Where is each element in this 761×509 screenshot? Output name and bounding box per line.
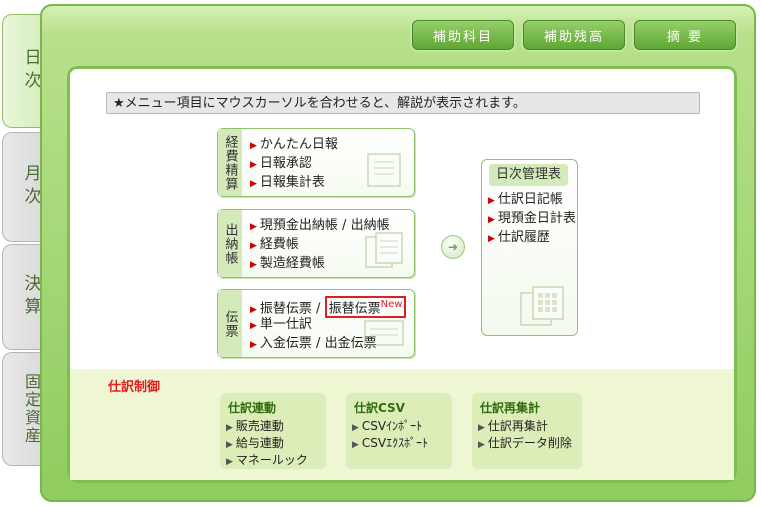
shiwake-control-title: 仕訳制御 (108, 380, 161, 395)
red-triangle-icon: ▶ (250, 321, 257, 331)
red-triangle-icon: ▶ (250, 179, 257, 189)
triangle-icon: ▶ (478, 423, 485, 433)
right-arrow-circle-icon: ➜ (441, 235, 465, 259)
red-triangle-icon: ▶ (488, 196, 495, 206)
shiwake-csv-title: 仕訳CSV (354, 401, 405, 415)
red-triangle-icon: ▶ (488, 215, 495, 225)
menu-mane-rukku[interactable]: ▶ マネールック (226, 452, 326, 469)
group-keihi-title: 経費精算 (218, 129, 242, 196)
group-denpyo-title: 伝票 (218, 290, 242, 357)
triangle-icon: ▶ (226, 423, 233, 433)
menu-shiwake-nikki-cho[interactable]: ▶ 仕訳日記帳 (488, 190, 576, 209)
menu-hanbai-rendo[interactable]: ▶ 販売連動 (226, 418, 326, 435)
new-badge: New (380, 299, 403, 310)
menu-kantan-nippo[interactable]: ▶ かんたん日報 (250, 135, 338, 154)
shiwake-csv-box: 仕訳CSV ▶ CSVｲﾝﾎﾟｰﾄ ▶ CSVｴｸｽﾎﾟｰﾄ (346, 393, 452, 469)
red-triangle-icon: ▶ (250, 241, 257, 251)
group-suitou-title: 出納帳 (218, 210, 242, 277)
menu-shiwake-rireki[interactable]: ▶ 仕訳履歴 (488, 228, 576, 247)
daily-management-title: 日次管理表 (489, 164, 568, 186)
menu-nippo-shukeihyo[interactable]: ▶ 日報集計表 (250, 173, 338, 192)
document-icon (367, 153, 401, 187)
red-triangle-icon: ▶ (250, 305, 257, 316)
menu-genyokin-nikkeihyo[interactable]: ▶ 現預金日計表 (488, 209, 576, 228)
shiwake-saishukei-box: 仕訳再集計 ▶ 仕訳再集計 ▶ 仕訳データ削除 (472, 393, 582, 469)
tekiyo-button[interactable]: 摘 要 (634, 20, 736, 50)
red-triangle-icon: ▶ (250, 141, 257, 151)
red-triangle-icon: ▶ (250, 160, 257, 170)
triangle-icon: ▶ (478, 440, 485, 450)
shiwake-rendo-title: 仕訳連動 (228, 401, 277, 415)
red-triangle-icon: ▶ (250, 260, 257, 270)
hojo-zandaka-button[interactable]: 補助残高 (523, 20, 625, 50)
ledger-icon (365, 232, 403, 268)
shiwake-rendo-box: 仕訳連動 ▶ 販売連動 ▶ 給与連動 ▶ マネールック (220, 393, 326, 469)
red-triangle-icon: ▶ (488, 234, 495, 244)
new-furikae-denpyo-link[interactable]: 振替伝票New (324, 296, 407, 319)
menu-kyuyo-rendo[interactable]: ▶ 給与連動 (226, 435, 326, 452)
menu-csv-import[interactable]: ▶ CSVｲﾝﾎﾟｰﾄ (352, 418, 452, 435)
menu-shiwake-data-sakujo[interactable]: ▶ 仕訳データ削除 (478, 435, 582, 452)
hojo-kamoku-button[interactable]: 補助科目 (412, 20, 514, 50)
menu-nippo-shonin[interactable]: ▶ 日報承認 (250, 154, 338, 173)
info-bar: ★メニュー項目にマウスカーソルを合わせると、解説が表示されます。 (106, 92, 700, 114)
triangle-icon: ▶ (226, 457, 233, 467)
triangle-icon: ▶ (352, 423, 359, 433)
daily-management-box: 日次管理表 ▶ 仕訳日記帳 ▶ 現預金日計表 ▶ 仕訳履歴 (481, 159, 578, 336)
chart-documents-icon (520, 286, 564, 326)
menu-csv-export[interactable]: ▶ CSVｴｸｽﾎﾟｰﾄ (352, 435, 452, 452)
group-keihi-seisan: 経費精算 ▶ かんたん日報 ▶ 日報承認 ▶ 日報集計表 (217, 128, 415, 197)
group-denpyo: 伝票 ▶ 振替伝票 / 振替伝票New ▶ 単一仕訳 ▶ 入金伝票 / 出金伝票 (217, 289, 415, 358)
red-triangle-icon: ▶ (250, 222, 257, 232)
shiwake-saishukei-title: 仕訳再集計 (480, 401, 541, 415)
triangle-icon: ▶ (352, 440, 359, 450)
red-triangle-icon: ▶ (250, 340, 257, 350)
voucher-icon (364, 320, 404, 346)
triangle-icon: ▶ (226, 440, 233, 450)
menu-furikae-denpyo[interactable]: ▶ 振替伝票 / 振替伝票New (250, 296, 407, 319)
menu-shiwake-saishukei[interactable]: ▶ 仕訳再集計 (478, 418, 582, 435)
group-suitou-cho: 出納帳 ▶ 現預金出納帳 / 出納帳 ▶ 経費帳 ▶ 製造経費帳 (217, 209, 415, 278)
